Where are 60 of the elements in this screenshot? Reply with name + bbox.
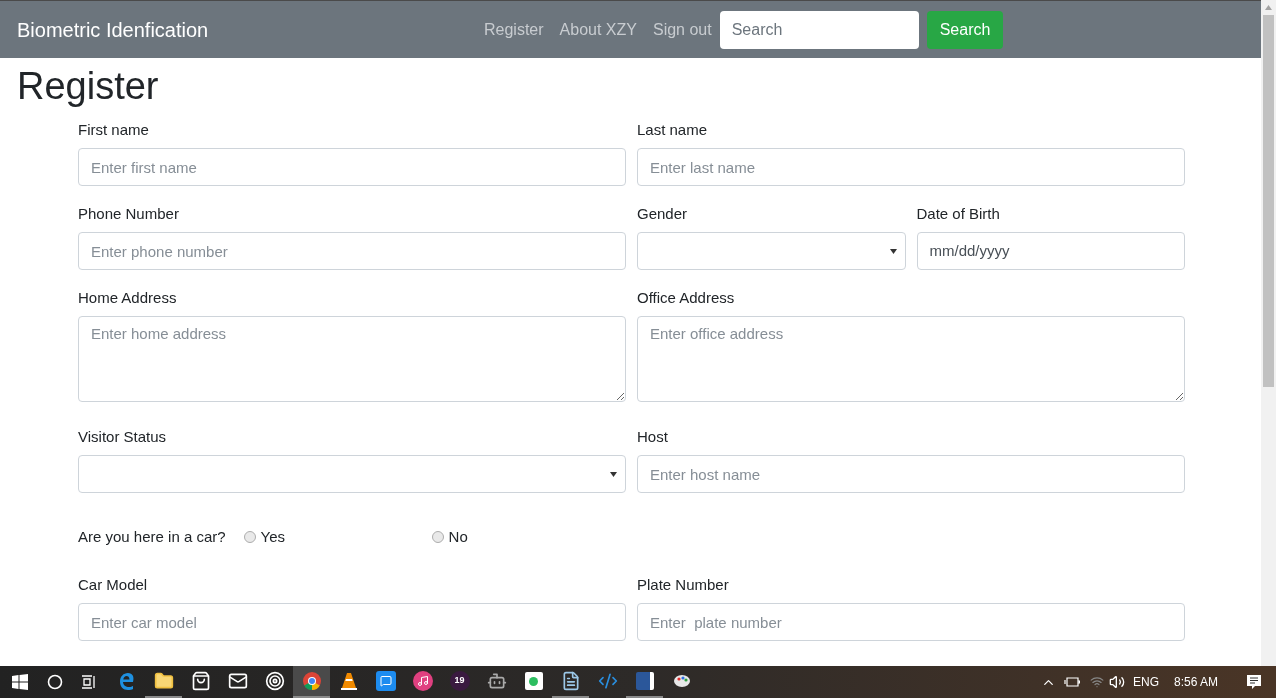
music-note-icon xyxy=(412,671,433,691)
select-field[interactable] xyxy=(78,455,626,493)
field-label: Last name xyxy=(637,120,709,140)
page-heading: Register xyxy=(16,64,160,109)
dropdown-caret-icon xyxy=(610,471,617,477)
text-field[interactable]: Enter first name xyxy=(78,148,626,186)
text-area[interactable]: Enter home address xyxy=(78,316,626,402)
target-icon xyxy=(264,671,285,691)
field-label: Visitor Status xyxy=(78,427,168,447)
nav-link[interactable]: Register xyxy=(484,17,544,42)
brand-title[interactable]: Biometric Idenfication xyxy=(17,14,477,45)
field-label: Car Model xyxy=(78,575,149,595)
field-label: Plate Number xyxy=(637,575,730,595)
wifi-icon[interactable] xyxy=(1090,675,1104,689)
radio-label: Yes xyxy=(260,526,286,547)
field-label: Phone Number xyxy=(78,204,180,224)
scrollbar[interactable] xyxy=(1261,0,1276,666)
chrome-logo-icon xyxy=(301,671,322,691)
task-view-icon[interactable] xyxy=(81,674,97,690)
search-circle-icon[interactable] xyxy=(47,674,63,690)
language-indicator[interactable]: ENG xyxy=(1133,673,1159,691)
text-area[interactable]: Enter office address xyxy=(637,316,1185,402)
text-field[interactable]: Enter phone number xyxy=(78,232,626,270)
speaker-icon[interactable] xyxy=(1109,674,1125,690)
chat-bubble-icon xyxy=(375,671,396,691)
elephant-app-icon xyxy=(524,672,543,690)
text-field[interactable]: Enter car model xyxy=(78,603,626,641)
radio-label: No xyxy=(448,526,468,547)
folder-icon xyxy=(153,671,174,691)
mail-icon xyxy=(227,671,248,691)
radio-button[interactable] xyxy=(243,531,256,543)
field-label: Home Address xyxy=(78,288,178,308)
field-label: First name xyxy=(78,120,150,140)
field-label: Date of Birth xyxy=(916,204,1001,224)
clock[interactable]: 8:56 AM xyxy=(1174,673,1234,691)
field-label: Host xyxy=(637,427,669,447)
field-label: Gender xyxy=(637,204,689,224)
nav-link[interactable]: About XZY xyxy=(559,17,637,42)
search-field[interactable]: Search xyxy=(719,10,919,49)
robot-icon xyxy=(486,671,507,691)
date-field[interactable]: mm/dd/yyyy xyxy=(916,232,1185,270)
code-editor-icon xyxy=(597,671,618,691)
battery-icon[interactable] xyxy=(1064,676,1080,688)
numbered-app-icon: 19 xyxy=(449,671,470,691)
document-app-icon xyxy=(635,672,654,690)
notifications-icon[interactable] xyxy=(1246,674,1262,690)
windows-start-icon[interactable] xyxy=(12,674,28,690)
question-label: Are you here in a car? xyxy=(78,526,226,547)
text-field[interactable]: Enter plate number xyxy=(637,603,1185,641)
nav-link[interactable]: Sign out xyxy=(652,17,712,42)
text-field[interactable]: Enter last name xyxy=(637,148,1185,186)
search-button[interactable]: Search xyxy=(926,10,1004,49)
radio-button[interactable] xyxy=(431,531,444,543)
text-field[interactable]: Enter host name xyxy=(637,455,1185,493)
traffic-cone-icon xyxy=(338,671,359,691)
select-field[interactable] xyxy=(637,232,906,270)
shopping-bag-icon xyxy=(190,671,211,691)
taskbar-app[interactable]: 19 xyxy=(441,666,478,698)
dropdown-caret-icon xyxy=(889,248,897,254)
field-label: Office Address xyxy=(637,288,736,308)
